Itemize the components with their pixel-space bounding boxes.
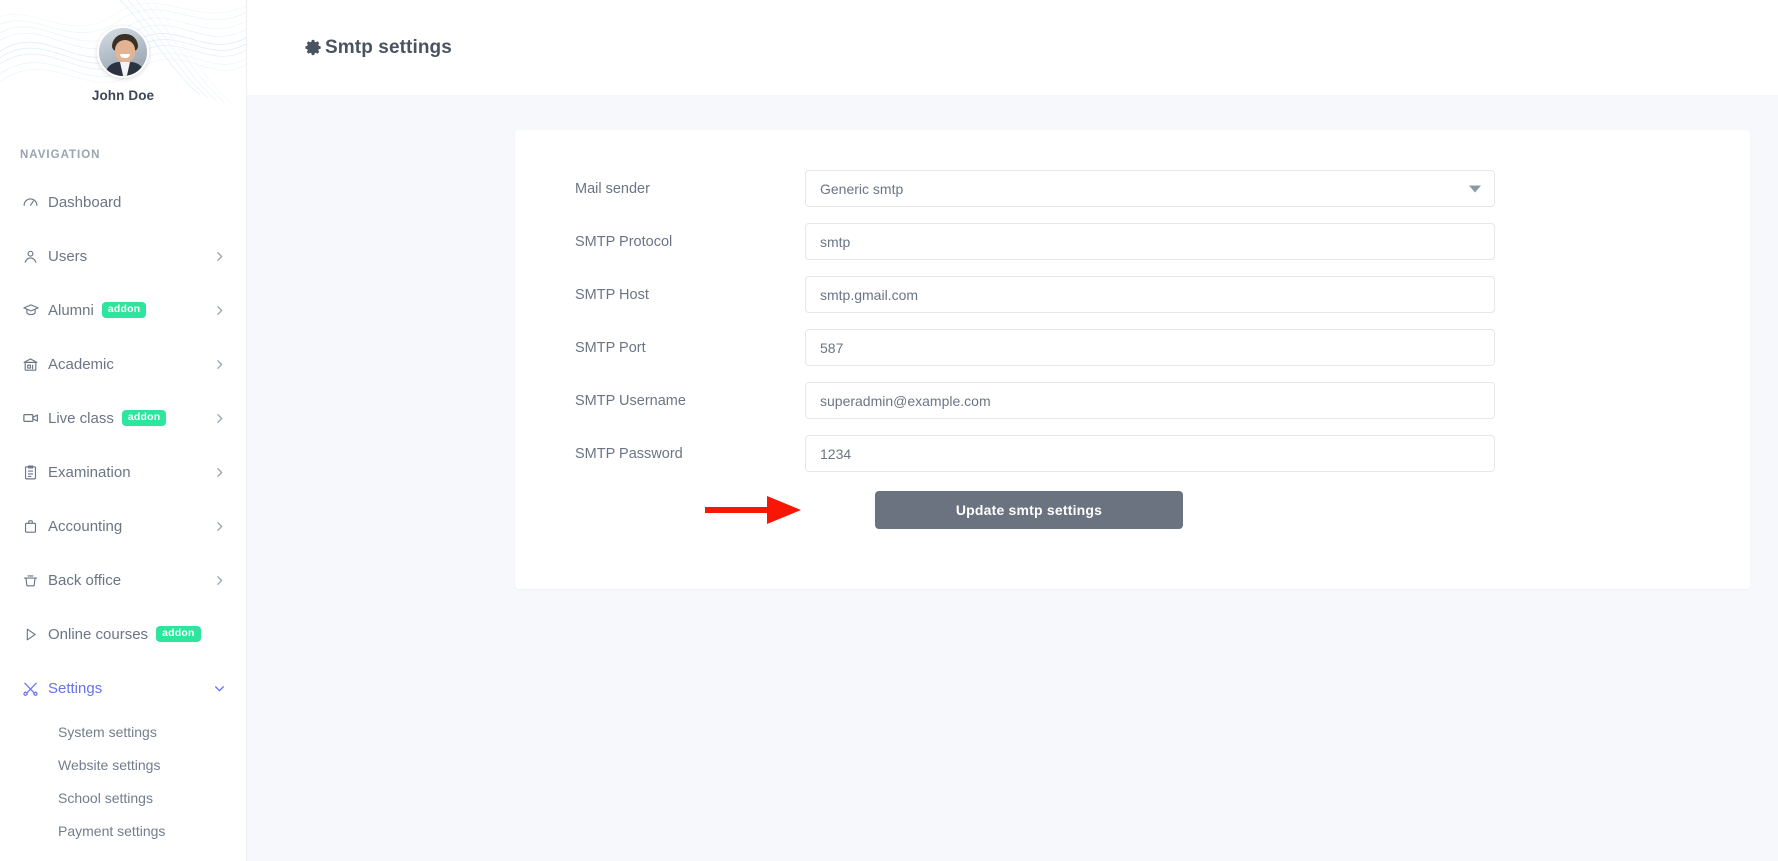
field-wrapper: smtp <box>805 223 1495 260</box>
briefcase-icon <box>22 518 48 535</box>
smtp-host-input[interactable]: smtp.gmail.com <box>805 276 1495 313</box>
smtp-protocol-input[interactable]: smtp <box>805 223 1495 260</box>
addon-badge: addon <box>121 410 167 426</box>
smtp-port-input[interactable]: 587 <box>805 329 1495 366</box>
play-triangle-icon <box>22 626 48 643</box>
chevron-right-icon <box>213 304 226 317</box>
sidebar-label: Dashboard <box>48 193 122 211</box>
content-area: Mail sender Generic smtp SMTP Protocol s… <box>247 95 1778 589</box>
sidebar-label: Back office <box>48 571 122 589</box>
nav-list: Dashboard Users Alumni addon Academic Li… <box>0 175 246 715</box>
chevron-right-icon <box>213 358 226 371</box>
chevron-right-icon <box>213 466 226 479</box>
sidebar-item-live-class[interactable]: Live class addon <box>0 391 246 445</box>
person-icon <box>22 248 48 265</box>
sidebar-label: Settings <box>48 679 103 697</box>
smtp-username-input[interactable]: superadmin@example.com <box>805 382 1495 419</box>
video-camera-icon <box>22 409 48 427</box>
smtp-settings-card: Mail sender Generic smtp SMTP Protocol s… <box>515 130 1750 589</box>
field-label: SMTP Password <box>575 445 683 462</box>
profile-name: John Doe <box>91 88 155 103</box>
sidebar-subitem-system-settings[interactable]: System settings <box>0 715 246 748</box>
gauge-icon <box>22 194 48 211</box>
form-row-mail-sender: Mail sender Generic smtp <box>515 170 1750 207</box>
bank-icon <box>22 356 48 373</box>
chevron-right-icon <box>213 412 226 425</box>
sidebar-label: Academic <box>48 355 114 373</box>
app-root: John Doe NAVIGATION Dashboard Users Alum… <box>0 0 1778 861</box>
field-wrapper: 587 <box>805 329 1495 366</box>
nav-section-title: NAVIGATION <box>20 149 101 161</box>
tools-icon <box>22 680 48 697</box>
form-row-smtp-port: SMTP Port 587 <box>515 329 1750 366</box>
chevron-right-icon <box>213 520 226 533</box>
sidebar-item-settings[interactable]: Settings <box>0 661 246 715</box>
update-smtp-settings-button[interactable]: Update smtp settings <box>875 491 1183 529</box>
smtp-password-input[interactable]: 1234 <box>805 435 1495 472</box>
field-wrapper: Generic smtp <box>805 170 1495 207</box>
field-label: SMTP Username <box>575 392 686 409</box>
field-wrapper: superadmin@example.com <box>805 382 1495 419</box>
submit-row: Update smtp settings <box>515 491 1750 529</box>
sidebar-item-dashboard[interactable]: Dashboard <box>0 175 246 229</box>
sidebar-item-users[interactable]: Users <box>0 229 246 283</box>
sidebar-item-back-office[interactable]: Back office <box>0 553 246 607</box>
field-wrapper: 1234 <box>805 435 1495 472</box>
page-header: Smtp settings <box>247 0 1778 95</box>
sidebar-item-alumni[interactable]: Alumni addon <box>0 283 246 337</box>
gear-icon <box>304 38 323 57</box>
field-label: SMTP Protocol <box>575 233 673 250</box>
sidebar-label: Live class <box>48 409 114 427</box>
addon-badge: addon <box>101 302 147 318</box>
sidebar-item-examination[interactable]: Examination <box>0 445 246 499</box>
sidebar-label: Examination <box>48 463 131 481</box>
sidebar: John Doe NAVIGATION Dashboard Users Alum… <box>0 0 247 861</box>
field-label: SMTP Port <box>575 339 646 356</box>
sidebar-subitem-school-settings[interactable]: School settings <box>0 781 246 814</box>
basket-icon <box>22 572 48 589</box>
field-label: SMTP Host <box>575 286 649 303</box>
mail-sender-select[interactable]: Generic smtp <box>805 170 1495 207</box>
form-row-smtp-host: SMTP Host smtp.gmail.com <box>515 276 1750 313</box>
form-row-smtp-password: SMTP Password 1234 <box>515 435 1750 472</box>
graduation-cap-icon <box>22 301 48 319</box>
sidebar-label: Users <box>48 247 88 265</box>
form-row-smtp-protocol: SMTP Protocol smtp <box>515 223 1750 260</box>
field-wrapper: smtp.gmail.com <box>805 276 1495 313</box>
field-label: Mail sender <box>575 180 650 197</box>
sidebar-label: Online courses <box>48 625 149 643</box>
addon-badge: addon <box>156 626 201 642</box>
main-area: Smtp settings Mail sender Generic smtp S… <box>247 0 1778 861</box>
sidebar-label: Alumni <box>48 301 94 319</box>
sidebar-item-accounting[interactable]: Accounting <box>0 499 246 553</box>
sidebar-subitem-website-settings[interactable]: Website settings <box>0 748 246 781</box>
sidebar-item-academic[interactable]: Academic <box>0 337 246 391</box>
page-title: Smtp settings <box>304 37 452 59</box>
sidebar-label: Accounting <box>48 517 123 535</box>
chevron-right-icon <box>213 250 226 263</box>
form-row-smtp-username: SMTP Username superadmin@example.com <box>515 382 1750 419</box>
page-title-text: Smtp settings <box>325 36 452 58</box>
chevron-right-icon <box>213 574 226 587</box>
sidebar-item-online-courses[interactable]: Online courses addon <box>0 607 246 661</box>
avatar[interactable] <box>97 26 149 78</box>
sidebar-subitem-payment-settings[interactable]: Payment settings <box>0 814 246 847</box>
clipboard-icon <box>22 464 48 481</box>
chevron-down-icon <box>213 682 226 695</box>
profile-block: John Doe <box>0 0 246 103</box>
settings-submenu: System settings Website settings School … <box>0 715 246 855</box>
